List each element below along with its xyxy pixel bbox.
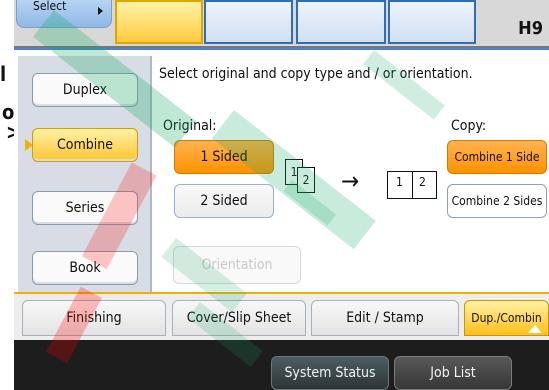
main-options: Select original and copy type and / or o…: [159, 56, 547, 292]
original-1-sided-button[interactable]: 1 Sided: [174, 140, 274, 174]
top-slot-3[interactable]: [296, 0, 386, 44]
top-slot-2[interactable]: [204, 0, 293, 44]
combined-right-number: 2: [419, 175, 426, 189]
tab-dup-combine[interactable]: Dup./Combin: [464, 300, 549, 336]
page-2-icon: 2: [297, 167, 315, 193]
caret-up-icon: [528, 325, 542, 333]
instruction-text: Select original and copy type and / or o…: [159, 66, 473, 82]
orientation-button[interactable]: Orientation: [173, 246, 301, 284]
right-arrow-icon: →: [341, 167, 360, 195]
mode-combine-button[interactable]: Combine: [32, 128, 138, 162]
content-area: Duplex Combine Series Book Select origin…: [14, 48, 549, 292]
job-list-button[interactable]: Job List: [394, 356, 512, 390]
select-tab[interactable]: Select: [16, 0, 112, 28]
combined-left-number: 1: [396, 175, 403, 189]
tab-edit-stamp[interactable]: Edit / Stamp: [311, 300, 459, 336]
combine-2-sides-button[interactable]: Combine 2 Sides: [447, 184, 547, 218]
combined-divider: [412, 172, 413, 198]
combined-page-icon: 1 2: [387, 171, 437, 199]
system-status-button[interactable]: System Status: [271, 356, 389, 390]
top-bar: Select H9: [14, 0, 549, 48]
copier-panel: Select H9 Duplex Combine Series Book Sel…: [14, 0, 549, 390]
original-2-sided-button[interactable]: 2 Sided: [174, 184, 274, 218]
mode-duplex-button[interactable]: Duplex: [32, 73, 138, 107]
play-icon: [98, 7, 103, 15]
mode-series-button[interactable]: Series: [32, 191, 138, 225]
top-slot-4[interactable]: [388, 0, 476, 44]
select-tab-label: Select: [33, 0, 67, 13]
copy-label: Copy:: [451, 118, 487, 134]
edge-text-a: l: [0, 62, 7, 86]
bottom-tabs: Finishing Cover/Slip Sheet Edit / Stamp …: [14, 292, 549, 340]
mode-rail: Duplex Combine Series Book: [18, 56, 152, 292]
combine-1-side-button[interactable]: Combine 1 Side: [447, 140, 547, 174]
mode-book-button[interactable]: Book: [32, 251, 138, 285]
tab-finishing[interactable]: Finishing: [22, 300, 166, 336]
combine-diagram: 1 2 → 1 2: [285, 159, 437, 211]
original-label: Original:: [163, 118, 217, 134]
system-bar: System Status Job List: [14, 340, 549, 390]
tab-dup-combine-label: Dup./Combin: [471, 311, 542, 325]
tab-cover-slip-sheet[interactable]: Cover/Slip Sheet: [172, 300, 306, 336]
top-slot-1[interactable]: [115, 0, 203, 44]
screen-code: H9: [518, 18, 543, 39]
